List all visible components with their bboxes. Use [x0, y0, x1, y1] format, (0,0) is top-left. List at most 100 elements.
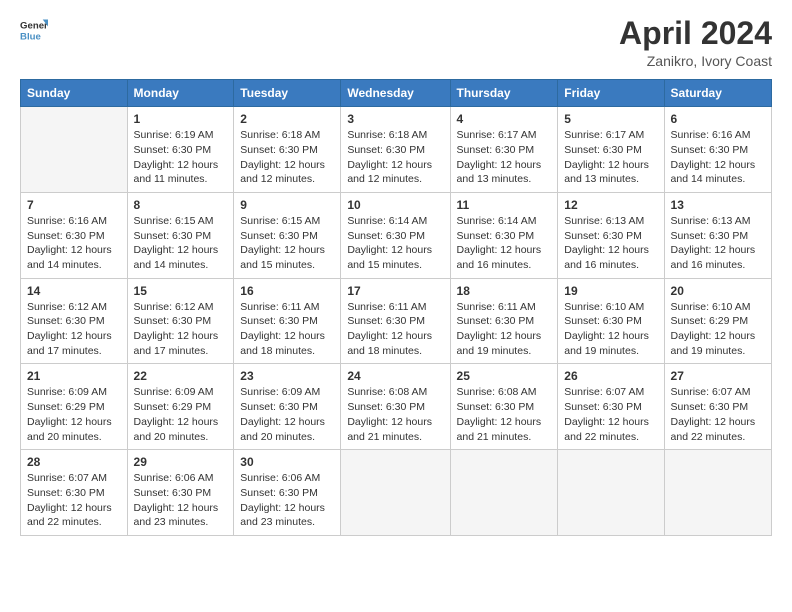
day-detail: Sunrise: 6:13 AM Sunset: 6:30 PM Dayligh… — [564, 215, 649, 271]
calendar-header: SundayMondayTuesdayWednesdayThursdayFrid… — [21, 80, 772, 107]
day-detail: Sunrise: 6:07 AM Sunset: 6:30 PM Dayligh… — [27, 472, 112, 528]
table-row: 14Sunrise: 6:12 AM Sunset: 6:30 PM Dayli… — [21, 278, 128, 364]
day-number: 22 — [134, 369, 228, 383]
day-number: 8 — [134, 198, 228, 212]
table-row: 25 Sunrise: 6:08 AM Sunset: 6:30 PM Dayli… — [450, 364, 558, 450]
table-row: 29 Sunrise: 6:06 AM Sunset: 6:30 PM Dayli… — [127, 450, 234, 536]
day-detail: Sunrise: 6:09 AM Sunset: 6:30 PM Dayligh… — [240, 386, 325, 442]
day-detail: Sunrise: 6:14 AM Sunset: 6:30 PM Dayligh… — [347, 215, 432, 271]
svg-text:General: General — [20, 20, 48, 31]
table-row: 21 Sunrise: 6:09 AM Sunset: 6:29 PM Dayli… — [21, 364, 128, 450]
table-row: 10Sunrise: 6:14 AM Sunset: 6:30 PM Dayli… — [341, 192, 450, 278]
day-number: 16 — [240, 284, 334, 298]
day-number: 12 — [564, 198, 657, 212]
table-row: 13Sunrise: 6:13 AM Sunset: 6:30 PM Dayli… — [664, 192, 771, 278]
day-number: 18 — [457, 284, 552, 298]
day-detail: Sunrise: 6:17 AM Sunset: 6:30 PM Dayligh… — [457, 129, 542, 185]
table-row: 23 Sunrise: 6:09 AM Sunset: 6:30 PM Dayli… — [234, 364, 341, 450]
table-row: 27 Sunrise: 6:07 AM Sunset: 6:30 PM Dayli… — [664, 364, 771, 450]
calendar-week-2: 7 Sunrise: 6:16 AM Sunset: 6:30 PM Daylig… — [21, 192, 772, 278]
day-number: 23 — [240, 369, 334, 383]
day-detail: Sunrise: 6:13 AM Sunset: 6:30 PM Dayligh… — [671, 215, 756, 271]
calendar-body: 1 Sunrise: 6:19 AM Sunset: 6:30 PM Daylig… — [21, 107, 772, 536]
day-number: 6 — [671, 112, 765, 126]
day-number: 25 — [457, 369, 552, 383]
table-row: 26Sunrise: 6:07 AM Sunset: 6:30 PM Dayli… — [558, 364, 664, 450]
table-row: 11 Sunrise: 6:14 AM Sunset: 6:30 PM Dayli… — [450, 192, 558, 278]
day-detail: Sunrise: 6:08 AM Sunset: 6:30 PM Dayligh… — [457, 386, 542, 442]
day-detail: Sunrise: 6:14 AM Sunset: 6:30 PM Dayligh… — [457, 215, 542, 271]
day-number: 15 — [134, 284, 228, 298]
day-detail: Sunrise: 6:07 AM Sunset: 6:30 PM Dayligh… — [671, 386, 756, 442]
day-number: 1 — [134, 112, 228, 126]
day-detail: Sunrise: 6:15 AM Sunset: 6:30 PM Dayligh… — [134, 215, 219, 271]
table-row: 28 Sunrise: 6:07 AM Sunset: 6:30 PM Dayli… — [21, 450, 128, 536]
table-row: 4Sunrise: 6:17 AM Sunset: 6:30 PM Daylig… — [450, 107, 558, 193]
weekday-header-monday: Monday — [127, 80, 234, 107]
day-number: 14 — [27, 284, 121, 298]
day-detail: Sunrise: 6:12 AM Sunset: 6:30 PM Dayligh… — [134, 301, 219, 357]
weekday-header-thursday: Thursday — [450, 80, 558, 107]
table-row: 2Sunrise: 6:18 AM Sunset: 6:30 PM Daylig… — [234, 107, 341, 193]
subtitle: Zanikro, Ivory Coast — [619, 53, 772, 69]
main-title: April 2024 — [619, 16, 772, 51]
table-row: 9 Sunrise: 6:15 AM Sunset: 6:30 PM Daylig… — [234, 192, 341, 278]
day-detail: Sunrise: 6:18 AM Sunset: 6:30 PM Dayligh… — [240, 129, 325, 185]
day-number: 24 — [347, 369, 443, 383]
calendar-week-3: 14 Sunrise: 6:12 AM Sunset: 6:30 PM Dayli… — [21, 278, 772, 364]
day-detail: Sunrise: 6:07 AM Sunset: 6:30 PM Dayligh… — [564, 386, 649, 442]
day-detail: Sunrise: 6:11 AM Sunset: 6:30 PM Dayligh… — [347, 301, 432, 357]
table-row: 22 Sunrise: 6:09 AM Sunset: 6:29 PM Dayli… — [127, 364, 234, 450]
day-number: 9 — [240, 198, 334, 212]
table-row: 8 Sunrise: 6:15 AM Sunset: 6:30 PM Daylig… — [127, 192, 234, 278]
weekday-header-sunday: Sunday — [21, 80, 128, 107]
table-row: 5 Sunrise: 6:17 AM Sunset: 6:30 PM Daylig… — [558, 107, 664, 193]
day-number: 27 — [671, 369, 765, 383]
day-detail: Sunrise: 6:11 AM Sunset: 6:30 PM Dayligh… — [457, 301, 542, 357]
day-number: 7 — [27, 198, 121, 212]
table-row: 16 Sunrise: 6:11 AM Sunset: 6:30 PM Dayli… — [234, 278, 341, 364]
page: General Blue April 2024 Zanikro, Ivory C… — [0, 0, 792, 612]
day-detail: Sunrise: 6:09 AM Sunset: 6:29 PM Dayligh… — [134, 386, 219, 442]
table-row: 17 Sunrise: 6:11 AM Sunset: 6:30 PM Dayli… — [341, 278, 450, 364]
day-detail: Sunrise: 6:10 AM Sunset: 6:30 PM Dayligh… — [564, 301, 649, 357]
day-number: 5 — [564, 112, 657, 126]
weekday-header-row: SundayMondayTuesdayWednesdayThursdayFrid… — [21, 80, 772, 107]
table-row: 6 Sunrise: 6:16 AM Sunset: 6:30 PM Daylig… — [664, 107, 771, 193]
calendar: SundayMondayTuesdayWednesdayThursdayFrid… — [20, 79, 772, 536]
day-detail: Sunrise: 6:19 AM Sunset: 6:30 PM Dayligh… — [134, 129, 219, 185]
calendar-week-4: 21 Sunrise: 6:09 AM Sunset: 6:29 PM Dayli… — [21, 364, 772, 450]
table-row: 3Sunrise: 6:18 AM Sunset: 6:30 PM Daylig… — [341, 107, 450, 193]
title-block: April 2024 Zanikro, Ivory Coast — [619, 16, 772, 69]
table-row — [558, 450, 664, 536]
day-detail: Sunrise: 6:17 AM Sunset: 6:30 PM Dayligh… — [564, 129, 649, 185]
table-row: 15 Sunrise: 6:12 AM Sunset: 6:30 PM Dayli… — [127, 278, 234, 364]
header: General Blue April 2024 Zanikro, Ivory C… — [20, 16, 772, 69]
table-row: 7 Sunrise: 6:16 AM Sunset: 6:30 PM Daylig… — [21, 192, 128, 278]
day-detail: Sunrise: 6:16 AM Sunset: 6:30 PM Dayligh… — [27, 215, 112, 271]
day-detail: Sunrise: 6:11 AM Sunset: 6:30 PM Dayligh… — [240, 301, 325, 357]
day-detail: Sunrise: 6:16 AM Sunset: 6:30 PM Dayligh… — [671, 129, 756, 185]
day-number: 17 — [347, 284, 443, 298]
calendar-week-1: 1 Sunrise: 6:19 AM Sunset: 6:30 PM Daylig… — [21, 107, 772, 193]
day-number: 21 — [27, 369, 121, 383]
weekday-header-wednesday: Wednesday — [341, 80, 450, 107]
calendar-week-5: 28 Sunrise: 6:07 AM Sunset: 6:30 PM Dayli… — [21, 450, 772, 536]
table-row: 20Sunrise: 6:10 AM Sunset: 6:29 PM Dayli… — [664, 278, 771, 364]
table-row: 18 Sunrise: 6:11 AM Sunset: 6:30 PM Dayli… — [450, 278, 558, 364]
table-row — [664, 450, 771, 536]
weekday-header-saturday: Saturday — [664, 80, 771, 107]
day-detail: Sunrise: 6:06 AM Sunset: 6:30 PM Dayligh… — [134, 472, 219, 528]
day-number: 28 — [27, 455, 121, 469]
day-number: 11 — [457, 198, 552, 212]
day-detail: Sunrise: 6:15 AM Sunset: 6:30 PM Dayligh… — [240, 215, 325, 271]
day-number: 29 — [134, 455, 228, 469]
day-detail: Sunrise: 6:10 AM Sunset: 6:29 PM Dayligh… — [671, 301, 756, 357]
table-row: 12 Sunrise: 6:13 AM Sunset: 6:30 PM Dayli… — [558, 192, 664, 278]
table-row: 19Sunrise: 6:10 AM Sunset: 6:30 PM Dayli… — [558, 278, 664, 364]
table-row — [450, 450, 558, 536]
day-detail: Sunrise: 6:09 AM Sunset: 6:29 PM Dayligh… — [27, 386, 112, 442]
logo: General Blue — [20, 16, 48, 44]
day-detail: Sunrise: 6:08 AM Sunset: 6:30 PM Dayligh… — [347, 386, 432, 442]
weekday-header-friday: Friday — [558, 80, 664, 107]
